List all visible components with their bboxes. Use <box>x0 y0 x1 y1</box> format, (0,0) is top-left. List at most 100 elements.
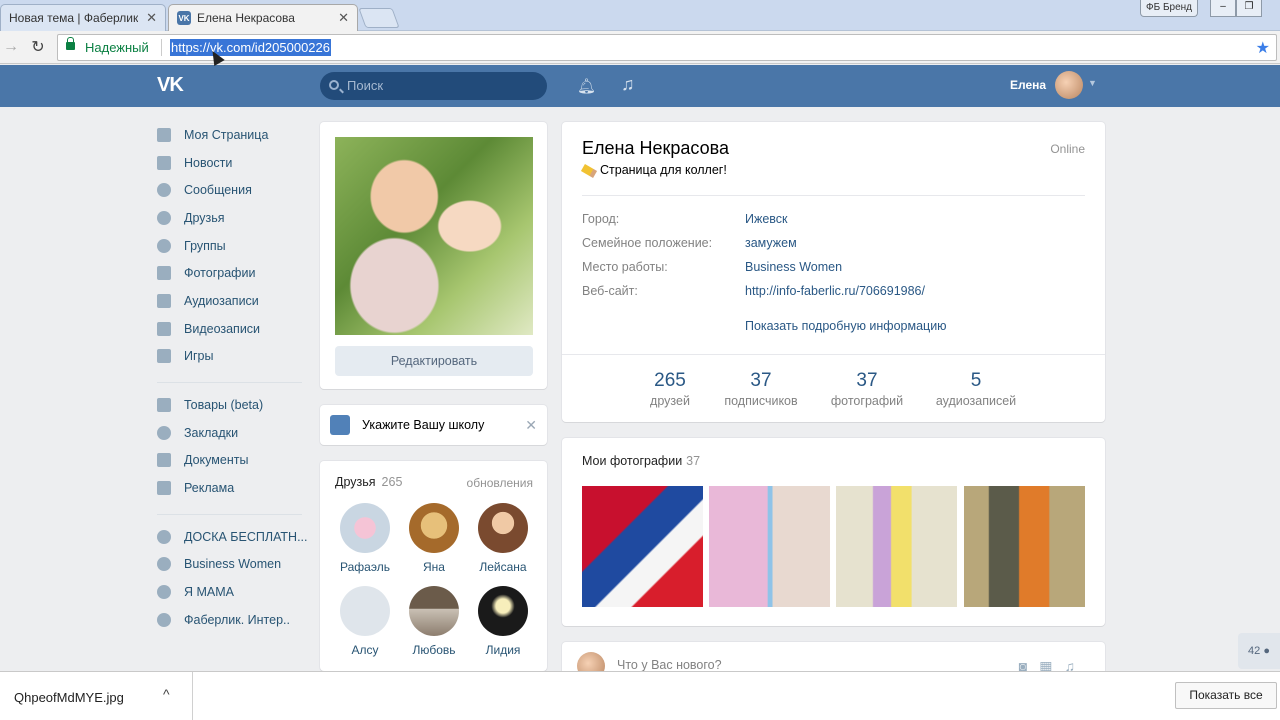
friend-item[interactable]: Любовь <box>399 586 469 657</box>
friend-item[interactable]: Алсу <box>330 586 400 657</box>
tab-vk-profile[interactable]: VK Елена Некрасова ✕ <box>168 4 358 31</box>
menu-item-label: Документы <box>184 453 249 468</box>
menu-item-label: ДОСКА БЕСПЛАТН... <box>184 529 308 544</box>
menu-item-label: Друзья <box>184 210 225 225</box>
menu-item-video[interactable]: Видеозаписи <box>157 315 302 343</box>
school-card[interactable]: Укажите Вашу школу ✕ <box>320 405 547 445</box>
menu-item-group[interactable]: Фаберлик. Интер.. <box>157 606 302 634</box>
school-prompt[interactable]: Укажите Вашу школу <box>362 418 525 432</box>
message-icon <box>157 183 171 198</box>
menu-item-games[interactable]: Игры <box>157 343 302 371</box>
info-value[interactable]: Business Women <box>745 260 842 274</box>
tab-faberlic[interactable]: Новая тема | Фаберлик ✕ <box>0 4 166 31</box>
badge-count: 42 <box>1248 645 1261 657</box>
counter-label: аудиозаписей <box>935 394 1017 408</box>
friends-title[interactable]: Друзья 265 <box>335 475 402 489</box>
user-icon <box>157 210 171 225</box>
page-title: Елена Некрасова <box>582 138 729 158</box>
menu-item-bookmarks[interactable]: Закладки <box>157 419 302 447</box>
friend-item[interactable]: Лидия <box>468 586 538 657</box>
friend-name: Алсу <box>351 643 379 657</box>
menu-item-group[interactable]: Я МАМА <box>157 578 302 606</box>
friend-item[interactable]: Яна <box>399 503 469 574</box>
menu-item-my-page[interactable]: Моя Страница <box>157 121 302 149</box>
search-input[interactable]: Поиск <box>320 72 547 100</box>
reload-icon[interactable]: ↻ <box>29 37 47 57</box>
maximize-icon[interactable]: ❐ <box>1236 0 1262 17</box>
counter-friends[interactable]: 265 друзей <box>630 370 710 408</box>
close-icon[interactable]: ✕ <box>525 417 537 434</box>
menu-item-news[interactable]: Новости <box>157 149 302 177</box>
close-icon[interactable]: ✕ <box>146 10 157 26</box>
minimize-icon[interactable]: – <box>1210 0 1236 17</box>
counter-number: 265 <box>654 370 686 391</box>
url-text[interactable]: https://vk.com/id205000226 <box>170 39 331 56</box>
chevron-up-icon[interactable]: ^ <box>163 686 170 702</box>
photo-thumbnail[interactable] <box>582 486 703 607</box>
counter-label: друзей <box>650 394 690 408</box>
bell-icon[interactable]: 🔔︎ <box>577 77 596 95</box>
show-more-info-link[interactable]: Показать подробную информацию <box>745 319 947 333</box>
edit-profile-button[interactable]: Редактировать <box>335 346 533 376</box>
video-icon <box>157 321 171 336</box>
menu-item-groups[interactable]: Группы <box>157 232 302 260</box>
menu-item-label: Новости <box>184 155 233 170</box>
photo-thumbnail[interactable] <box>836 486 957 607</box>
friend-item[interactable]: Лейсана <box>468 503 538 574</box>
menu-item-audio[interactable]: Аудиозаписи <box>157 287 302 315</box>
music-icon[interactable]: ♫ <box>621 74 635 95</box>
photo-thumbnail[interactable] <box>709 486 830 607</box>
camera-icon <box>157 266 171 281</box>
counter-followers[interactable]: 37 подписчиков <box>716 370 806 408</box>
counter-number: 37 <box>856 370 878 391</box>
menu-item-goods[interactable]: Товары (beta) <box>157 391 302 419</box>
header-user-name[interactable]: Елена <box>1010 78 1046 92</box>
vk-icon: VK <box>177 11 191 25</box>
friends-updates-link[interactable]: обновления <box>467 476 533 490</box>
vk-logo[interactable]: VK <box>157 74 184 97</box>
photos-title[interactable]: Мои фотографии 37 <box>582 454 700 468</box>
group-icon <box>157 612 171 627</box>
chevron-down-icon[interactable]: ▼ <box>1088 78 1097 88</box>
avatar <box>409 503 459 553</box>
bookmark-star-icon[interactable]: ★ <box>1256 38 1270 58</box>
info-value[interactable]: http://info-faberlic.ru/706691986/ <box>745 284 925 298</box>
profile-info-card: Елена Некрасова Страница для коллег! Onl… <box>562 122 1105 422</box>
counter-photos[interactable]: 37 фотографий <box>822 370 912 408</box>
friend-name: Любовь <box>412 643 456 657</box>
menu-item-messages[interactable]: Сообщения <box>157 176 302 204</box>
profile-photo-card: Редактировать <box>320 122 547 389</box>
close-icon[interactable]: ✕ <box>338 10 349 26</box>
info-value[interactable]: замужем <box>745 236 797 250</box>
browser-profile-button[interactable]: ФБ Бренд <box>1140 0 1198 17</box>
menu-item-photos[interactable]: Фотографии <box>157 259 302 287</box>
profile-status-text: Страница для коллег! <box>600 163 727 177</box>
address-bar[interactable]: Надежный https://vk.com/id205000226 ★ <box>57 34 1277 61</box>
friends-count: 265 <box>381 475 403 489</box>
avatar[interactable] <box>1055 71 1083 99</box>
menu-item-label: Видеозаписи <box>184 321 261 336</box>
menu-item-group[interactable]: Business Women <box>157 551 302 579</box>
menu-item-group[interactable]: ДОСКА БЕСПЛАТН... <box>157 523 308 551</box>
menu-item-label: Фотографии <box>184 266 256 281</box>
tab-label: Елена Некрасова <box>197 11 295 25</box>
friends-title-text: Друзья <box>335 475 376 489</box>
show-all-downloads-button[interactable]: Показать все <box>1175 682 1277 709</box>
online-friends-badge[interactable]: 42 ● <box>1238 633 1280 669</box>
profile-photo[interactable] <box>335 137 533 335</box>
menu-item-friends[interactable]: Друзья <box>157 204 302 232</box>
photos-card: Мои фотографии 37 <box>562 438 1105 626</box>
post-input-placeholder[interactable]: Что у Вас нового? <box>617 658 722 672</box>
counter-audio[interactable]: 5 аудиозаписей <box>926 370 1026 408</box>
friend-item[interactable]: Рафаэль <box>330 503 400 574</box>
photo-thumbnail[interactable] <box>964 486 1085 607</box>
avatar <box>409 586 459 636</box>
menu-item-ads[interactable]: Реклама <box>157 474 302 502</box>
secure-label[interactable]: Надежный <box>85 40 149 55</box>
profile-status[interactable]: Страница для коллег! <box>580 163 727 178</box>
new-tab-button[interactable] <box>358 8 400 28</box>
download-item[interactable]: QhpeofMdMYE.jpg ^ <box>0 672 193 720</box>
info-value[interactable]: Ижевск <box>745 212 788 226</box>
menu-item-documents[interactable]: Документы <box>157 447 302 475</box>
back-arrow-icon[interactable]: → <box>2 38 20 56</box>
